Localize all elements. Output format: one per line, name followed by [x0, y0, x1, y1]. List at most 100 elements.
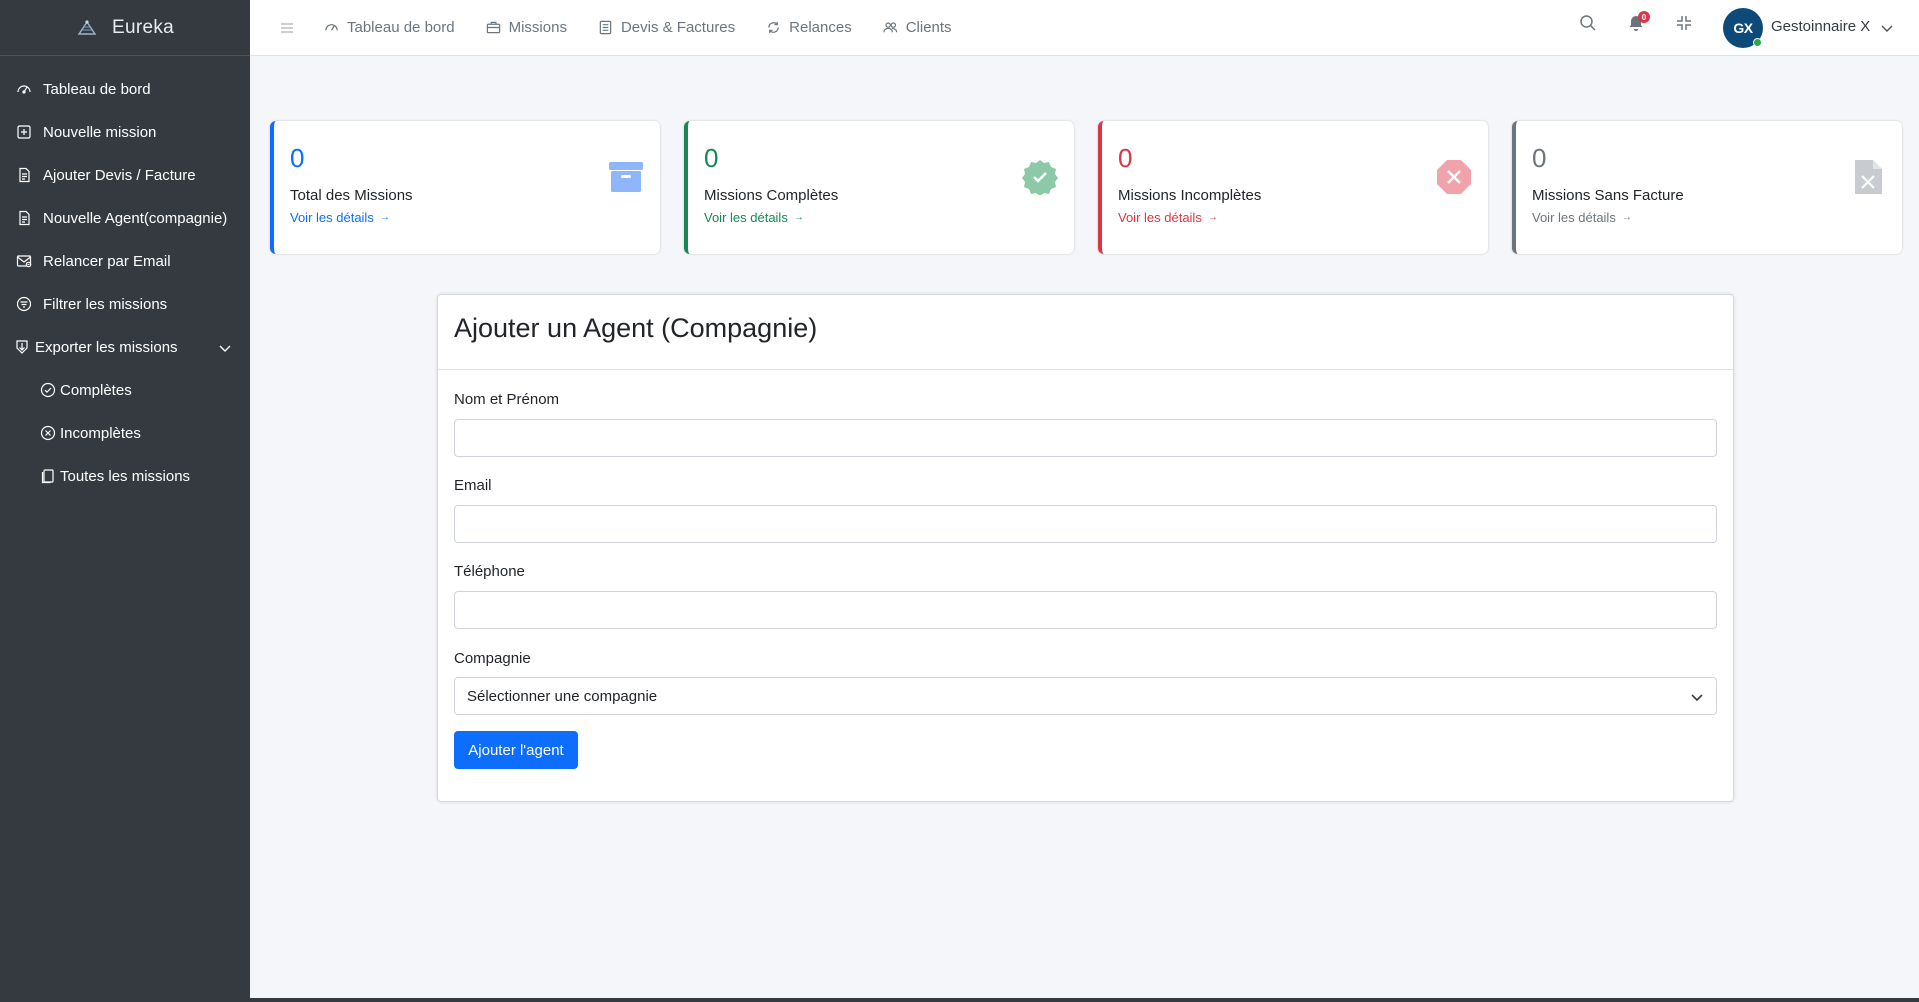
chevron-down-icon: [1690, 690, 1704, 704]
stat-label: Missions Incomplètes: [1118, 187, 1262, 204]
sidebar-item-add-invoice[interactable]: Ajouter Devis / Facture: [0, 154, 250, 197]
check-circle-icon: [40, 382, 58, 400]
eureka-logo-icon: [76, 17, 98, 39]
brand[interactable]: Eureka: [0, 0, 250, 56]
arrow-right-icon: →: [1621, 212, 1632, 223]
sidebar-item-label: Nouvelle mission: [43, 124, 157, 141]
refresh-icon: [766, 20, 781, 35]
sidebar-item-email-reminder[interactable]: Relancer par Email: [0, 240, 250, 283]
speedometer-icon: [324, 20, 339, 35]
plus-square-icon: [16, 124, 34, 142]
stat-value: 0: [290, 143, 305, 173]
x-octagon-icon: [1436, 159, 1472, 195]
name-label: Nom et Prénom: [454, 391, 560, 408]
avatar[interactable]: GX: [1723, 8, 1763, 48]
details-link-text: Voir les détails: [290, 210, 374, 225]
briefcase-icon: [486, 20, 501, 35]
topnav-label: Missions: [508, 19, 567, 36]
stat-card-incomplete: 0 Missions Incomplètes Voir les détails →: [1098, 121, 1488, 254]
sidebar-item-label: Tableau de bord: [43, 81, 151, 98]
add-agent-button[interactable]: Ajouter l'agent: [454, 731, 578, 769]
add-agent-form-card: Ajouter un Agent (Compagnie) Nom et Prén…: [437, 294, 1734, 802]
form-title: Ajouter un Agent (Compagnie): [454, 313, 818, 343]
sidebar: Eureka Tableau de bord Nouvelle mission …: [0, 0, 250, 1002]
sidebar-item-label: Relancer par Email: [43, 253, 171, 270]
sidebar-item-new-mission[interactable]: Nouvelle mission: [0, 111, 250, 154]
file-x-icon: [1850, 159, 1886, 195]
topnav-missions[interactable]: Missions: [486, 19, 567, 36]
topnav-invoices[interactable]: Devis & Factures: [598, 19, 735, 36]
sidebar-subitem-complete[interactable]: Complètes: [0, 369, 250, 412]
sidebar-subitem-all[interactable]: Toutes les missions: [0, 455, 250, 498]
topnav-label: Devis & Factures: [620, 19, 736, 36]
company-label: Compagnie: [454, 650, 531, 667]
company-select-value: Sélectionner une compagnie: [467, 687, 658, 705]
online-status-dot: [1753, 38, 1762, 47]
notification-badge: 0: [1638, 11, 1650, 23]
avatar-initials: GX: [1733, 20, 1753, 36]
menu-toggle-icon[interactable]: [280, 21, 294, 35]
details-link[interactable]: Voir les détails →: [1532, 210, 1632, 225]
sidebar-item-dashboard[interactable]: Tableau de bord: [0, 68, 250, 111]
chevron-down-icon[interactable]: [1880, 21, 1894, 35]
details-link[interactable]: Voir les détails →: [704, 210, 804, 225]
sidebar-item-label: Ajouter Devis / Facture: [43, 167, 196, 184]
email-label: Email: [454, 477, 492, 494]
files-icon: [40, 468, 58, 486]
sidebar-item-filter[interactable]: Filtrer les missions: [0, 283, 250, 326]
x-circle-icon: [40, 425, 58, 443]
sidebar-subitem-incomplete[interactable]: Incomplètes: [0, 412, 250, 455]
details-link-text: Voir les détails: [1118, 210, 1202, 225]
brand-name: Eureka: [111, 16, 174, 38]
company-select[interactable]: Sélectionner une compagnie: [454, 677, 1717, 715]
topnav-clients[interactable]: Clients: [883, 19, 952, 36]
search-icon[interactable]: [1579, 14, 1597, 32]
sidebar-item-export[interactable]: Exporter les missions: [0, 326, 250, 369]
sidebar-item-label: Exporter les missions: [35, 339, 178, 356]
topnav-reminders[interactable]: Relances: [766, 19, 852, 36]
sidebar-item-label: Nouvelle Agent(compagnie): [43, 210, 228, 227]
stat-label: Missions Complètes: [704, 187, 839, 204]
sidebar-nav: Tableau de bord Nouvelle mission Ajouter…: [0, 56, 250, 498]
stat-cards: 0 Total des Missions Voir les détails → 0…: [270, 121, 1902, 254]
check-badge-icon: [1022, 159, 1058, 195]
stat-label: Total des Missions: [290, 187, 413, 204]
details-link-text: Voir les détails: [1532, 210, 1616, 225]
topnav-label: Tableau de bord: [347, 19, 455, 36]
name-field[interactable]: [454, 419, 1717, 457]
speedometer-icon: [16, 81, 34, 99]
sidebar-item-label: Toutes les missions: [60, 468, 191, 485]
sidebar-item-label: Incomplètes: [60, 425, 141, 442]
email-field[interactable]: [454, 505, 1717, 543]
top-nav: Tableau de bord Missions Devis & Facture…: [324, 19, 983, 36]
form-header: Ajouter un Agent (Compagnie): [438, 295, 1733, 370]
details-link[interactable]: Voir les détails →: [290, 210, 390, 225]
file-text-icon: [16, 167, 34, 185]
stat-card-no-invoice: 0 Missions Sans Facture Voir les détails…: [1512, 121, 1902, 254]
user-name[interactable]: Gestoinnaire X: [1771, 18, 1870, 35]
receipt-icon: [598, 20, 613, 35]
stat-card-total: 0 Total des Missions Voir les détails →: [270, 121, 660, 254]
phone-label: Téléphone: [454, 563, 525, 580]
sidebar-item-label: Complètes: [60, 382, 132, 399]
arrow-right-icon: →: [379, 212, 390, 223]
stat-value: 0: [704, 143, 719, 173]
stat-value: 0: [1118, 143, 1133, 173]
notifications-bell-icon[interactable]: 0: [1627, 11, 1650, 32]
stat-value: 0: [1532, 143, 1547, 173]
topnav-dashboard[interactable]: Tableau de bord: [324, 19, 455, 36]
phone-field[interactable]: [454, 591, 1717, 629]
file-text-icon: [16, 210, 34, 228]
details-link-text: Voir les détails: [704, 210, 788, 225]
download-file-icon: [14, 339, 32, 357]
topbar: Tableau de bord Missions Devis & Facture…: [250, 0, 1919, 56]
arrow-right-icon: →: [793, 212, 804, 223]
people-icon: [883, 20, 898, 35]
stat-label: Missions Sans Facture: [1532, 187, 1684, 204]
sidebar-item-new-agent[interactable]: Nouvelle Agent(compagnie): [0, 197, 250, 240]
page-bottom-border: [250, 998, 1919, 1002]
fullscreen-exit-icon[interactable]: [1675, 14, 1693, 32]
details-link[interactable]: Voir les détails →: [1118, 210, 1218, 225]
sidebar-item-label: Filtrer les missions: [43, 296, 168, 313]
envelope-icon: [16, 253, 34, 271]
